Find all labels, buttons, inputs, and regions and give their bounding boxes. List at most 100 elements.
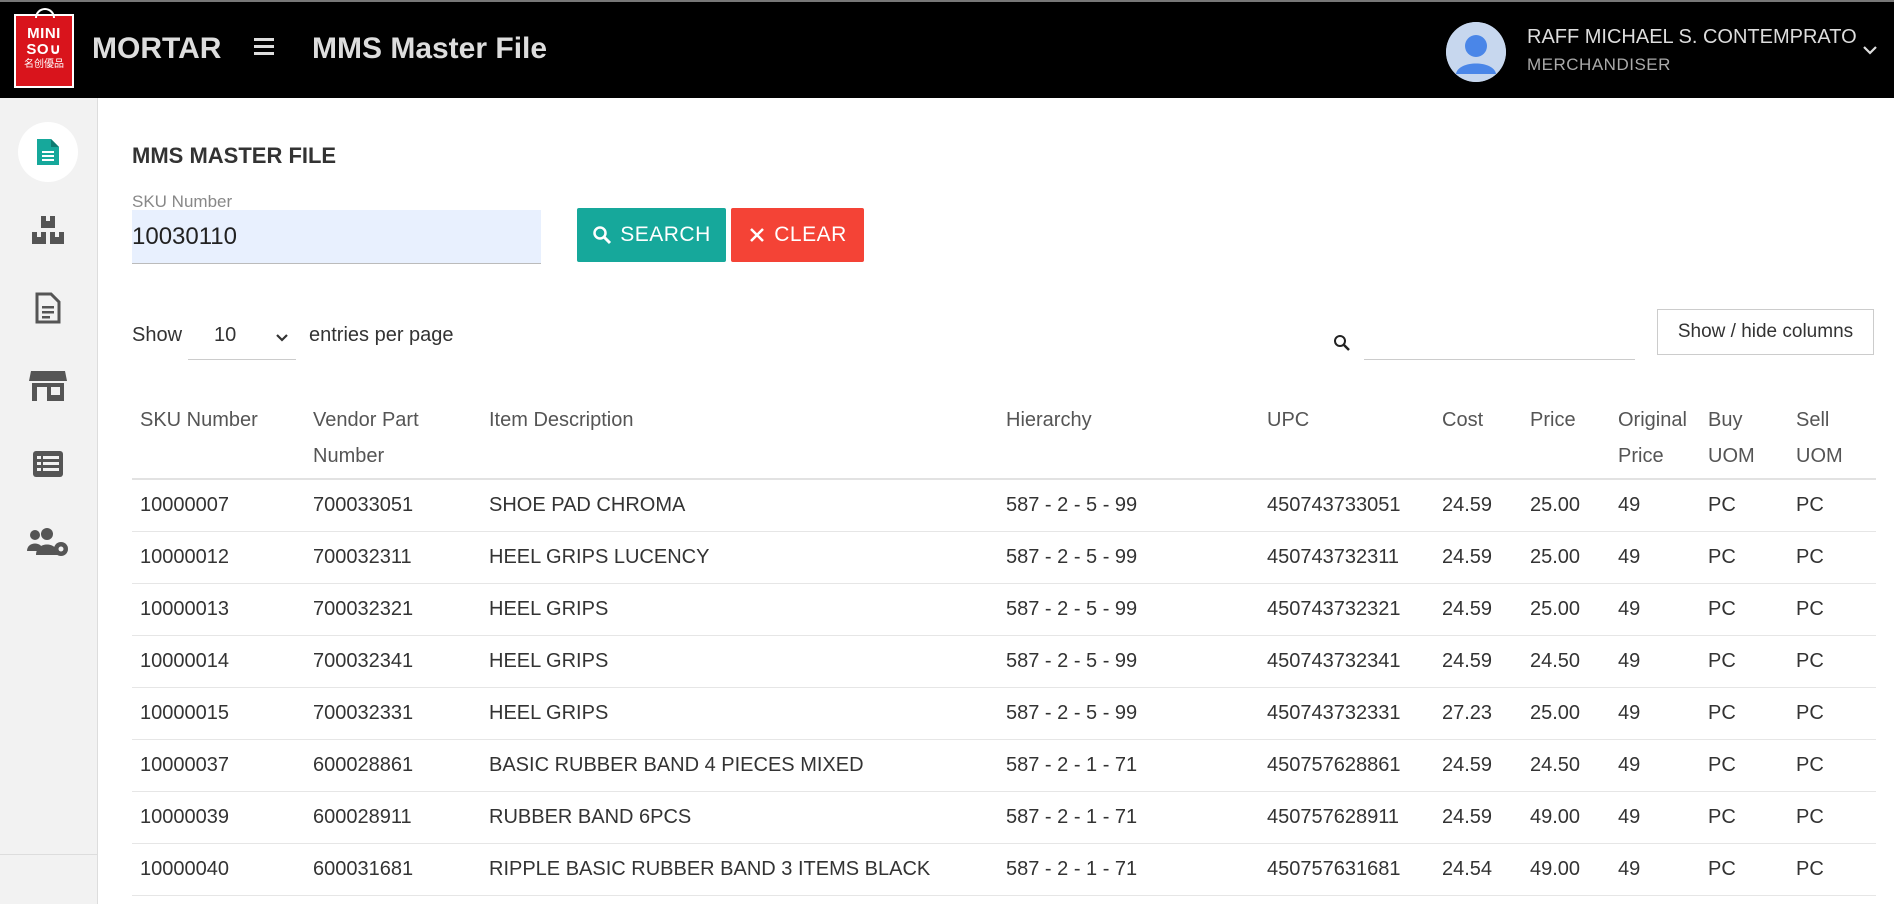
- cell-sell-uom: PC: [1796, 806, 1824, 828]
- clear-button[interactable]: CLEAR: [731, 208, 864, 262]
- cell-description: RIPPLE BASIC RUBBER BAND 3 ITEMS BLACK: [489, 858, 931, 880]
- table-row[interactable]: 10000037 600028861 BASIC RUBBER BAND 4 P…: [132, 740, 1876, 792]
- cell-cost: 24.59: [1442, 494, 1493, 516]
- column-header-upc[interactable]: UPC: [1267, 402, 1309, 438]
- cell-original-price: 49: [1618, 650, 1641, 672]
- chevron-down-icon: [276, 334, 288, 342]
- search-button-label: SEARCH: [620, 223, 711, 246]
- cell-description: BASIC RUBBER BAND 4 PIECES MIXED: [489, 754, 864, 776]
- column-header-buy-uom[interactable]: Buy UOM: [1708, 402, 1755, 474]
- cell-sku: 10000040: [140, 858, 229, 880]
- cell-cost: 24.59: [1442, 598, 1493, 620]
- cell-buy-uom: PC: [1708, 546, 1736, 568]
- cell-original-price: 49: [1618, 858, 1641, 880]
- cell-price: 24.50: [1530, 650, 1581, 672]
- search-icon: [1333, 334, 1351, 357]
- table-row[interactable]: 10000039 600028911 RUBBER BAND 6PCS 587 …: [132, 792, 1876, 844]
- cell-price: 25.00: [1530, 598, 1581, 620]
- cell-sell-uom: PC: [1796, 598, 1824, 620]
- sidebar-item-list[interactable]: [18, 434, 78, 494]
- clear-button-label: CLEAR: [774, 223, 847, 246]
- cell-sell-uom: PC: [1796, 858, 1824, 880]
- sidebar-item-master-file[interactable]: [18, 122, 78, 182]
- sidebar-item-inventory[interactable]: [18, 200, 78, 260]
- boxes-icon: [32, 216, 64, 244]
- cell-cost: 24.59: [1442, 806, 1493, 828]
- cell-hierarchy: 587 - 2 - 5 - 99: [1006, 494, 1138, 516]
- column-header-vendor-part[interactable]: Vendor Part Number: [313, 402, 419, 474]
- cell-sku: 10000013: [140, 598, 229, 620]
- hamburger-icon[interactable]: [254, 38, 274, 56]
- cell-cost: 24.59: [1442, 546, 1493, 568]
- cell-description: RUBBER BAND 6PCS: [489, 806, 692, 828]
- cell-buy-uom: PC: [1708, 754, 1736, 776]
- cell-hierarchy: 587 - 2 - 1 - 71: [1006, 858, 1138, 880]
- cell-hierarchy: 587 - 2 - 1 - 71: [1006, 806, 1138, 828]
- cell-vendor-part: 700032341: [313, 650, 414, 672]
- table-row[interactable]: 10000012 700032311 HEEL GRIPS LUCENCY 58…: [132, 532, 1876, 584]
- cell-description: HEEL GRIPS LUCENCY: [489, 546, 710, 568]
- cell-vendor-part: 700032311: [313, 546, 412, 568]
- cell-price: 24.50: [1530, 754, 1581, 776]
- cell-original-price: 49: [1618, 494, 1641, 516]
- page-title: MMS Master File: [312, 32, 548, 65]
- cell-description: HEEL GRIPS: [489, 650, 609, 672]
- cell-upc: 450743733051: [1267, 494, 1401, 516]
- cell-upc: 450757628861: [1267, 754, 1401, 776]
- store-icon: [29, 371, 67, 401]
- entries-per-page-label: entries per page: [309, 324, 454, 346]
- cell-sku: 10000007: [140, 494, 229, 516]
- cell-buy-uom: PC: [1708, 494, 1736, 516]
- chevron-down-icon[interactable]: [1860, 40, 1880, 60]
- column-header-sell-uom[interactable]: Sell UOM: [1796, 402, 1843, 474]
- cell-sku: 10000014: [140, 650, 229, 672]
- cell-upc: 450743732311: [1267, 546, 1399, 568]
- cell-cost: 24.59: [1442, 650, 1493, 672]
- table-row[interactable]: 10000014 700032341 HEEL GRIPS 587 - 2 - …: [132, 636, 1876, 688]
- entries-per-page-select[interactable]: 10: [188, 314, 296, 360]
- cell-sell-uom: PC: [1796, 546, 1824, 568]
- cell-vendor-part: 600028861: [313, 754, 414, 776]
- sidebar-item-user-management[interactable]: [18, 512, 78, 572]
- table-row[interactable]: 10000007 700033051 SHOE PAD CHROMA 587 -…: [132, 480, 1876, 532]
- table-filter-input[interactable]: [1364, 314, 1635, 360]
- show-hide-columns-button[interactable]: Show / hide columns: [1657, 309, 1874, 355]
- cell-upc: 450757628911: [1267, 806, 1399, 828]
- miniso-logo[interactable]: MINI SO∪ 名创優品: [14, 8, 74, 88]
- cell-price: 49.00: [1530, 806, 1581, 828]
- column-header-hierarchy[interactable]: Hierarchy: [1006, 402, 1092, 438]
- cell-upc: 450743732341: [1267, 650, 1401, 672]
- user-role: MERCHANDISER: [1527, 55, 1671, 74]
- cell-description: SHOE PAD CHROMA: [489, 494, 686, 516]
- cell-price: 49.00: [1530, 858, 1581, 880]
- table-row[interactable]: 10000015 700032331 HEEL GRIPS 587 - 2 - …: [132, 688, 1876, 740]
- cell-original-price: 49: [1618, 754, 1641, 776]
- logo-text-line3: 名创優品: [24, 59, 64, 70]
- show-label: Show: [132, 324, 183, 346]
- avatar[interactable]: [1446, 22, 1506, 82]
- column-header-sku[interactable]: SKU Number: [140, 402, 258, 438]
- cell-cost: 24.59: [1442, 754, 1493, 776]
- cell-original-price: 49: [1618, 546, 1641, 568]
- logo-bag-handle: [35, 8, 55, 18]
- sidebar-item-reports[interactable]: [18, 278, 78, 338]
- search-button[interactable]: SEARCH: [577, 208, 726, 262]
- cell-buy-uom: PC: [1708, 806, 1736, 828]
- cell-vendor-part: 700032331: [313, 702, 414, 724]
- table-row[interactable]: 10000013 700032321 HEEL GRIPS 587 - 2 - …: [132, 584, 1876, 636]
- sku-number-input[interactable]: [132, 210, 541, 264]
- column-header-cost[interactable]: Cost: [1442, 402, 1483, 438]
- close-icon: [750, 228, 765, 242]
- column-header-price[interactable]: Price: [1530, 402, 1576, 438]
- cell-hierarchy: 587 - 2 - 5 - 99: [1006, 546, 1138, 568]
- sidebar-item-stores[interactable]: [18, 356, 78, 416]
- cell-upc: 450757631681: [1267, 858, 1401, 880]
- report-icon: [35, 292, 61, 324]
- table-row[interactable]: 10000040 600031681 RIPPLE BASIC RUBBER B…: [132, 844, 1876, 896]
- user-avatar-icon: [1446, 22, 1506, 82]
- cell-hierarchy: 587 - 2 - 5 - 99: [1006, 598, 1138, 620]
- sku-field-label: SKU Number: [132, 192, 233, 211]
- column-header-original-price[interactable]: Original Price: [1618, 402, 1687, 474]
- column-header-description[interactable]: Item Description: [489, 402, 634, 438]
- logo-text-line1: MINI: [27, 25, 61, 42]
